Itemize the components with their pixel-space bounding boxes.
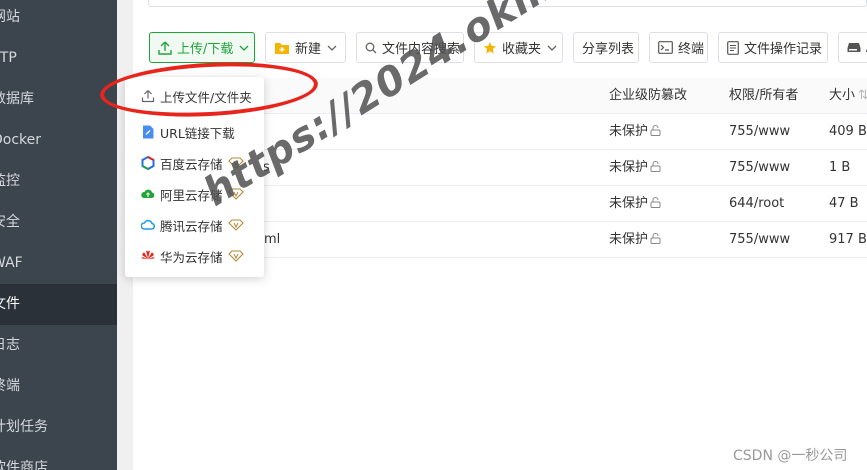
perm-owner[interactable]: 755/www <box>729 150 790 186</box>
disk-icon <box>847 43 861 52</box>
file-size: 47 B <box>829 196 859 211</box>
nav-docker[interactable]: Docker <box>0 120 117 161</box>
baidu-cloud-icon <box>141 156 155 170</box>
star-icon <box>484 41 496 53</box>
content-search-button[interactable]: 文件内容搜索 <box>356 32 464 63</box>
file-name[interactable]: s <box>263 150 270 186</box>
aliyun-item[interactable]: 阿里云存储 <box>125 179 264 209</box>
nav-website[interactable]: 网站 <box>0 0 117 38</box>
vip-diamond-icon <box>228 188 244 200</box>
upload-files-folder-item[interactable]: 上传文件/文件夹 <box>125 81 264 111</box>
favorites-button[interactable]: 收藏夹 <box>474 32 563 63</box>
nav-security[interactable]: 安全 <box>0 202 117 243</box>
disk-button[interactable]: / <box>838 32 867 63</box>
url-download-item[interactable]: URL链接下载 <box>125 117 264 147</box>
path-bar[interactable] <box>148 0 867 7</box>
nav-files[interactable]: 文件 <box>0 284 117 325</box>
huawei-cloud-icon <box>141 250 155 259</box>
terminal-icon <box>658 41 673 54</box>
file-op-log-button[interactable]: 文件操作记录 <box>718 32 828 63</box>
document-icon <box>727 40 739 55</box>
chevron-down-icon <box>327 45 337 51</box>
nav-monitor[interactable]: 监控 <box>0 161 117 202</box>
folder-add-icon <box>275 42 289 54</box>
chevron-down-icon <box>547 45 557 51</box>
unlock-icon <box>650 125 661 136</box>
perm-owner[interactable]: 755/www <box>729 222 790 258</box>
huawei-cloud-item[interactable]: 华为云存储 <box>125 241 264 271</box>
file-size: 409 B <box>829 124 867 139</box>
perm-owner[interactable]: 644/root <box>729 186 784 222</box>
protection-status[interactable]: 未保护 <box>609 114 661 150</box>
header-size[interactable]: 大小 <box>829 78 855 114</box>
sidebar: 网站 FTP 数据库 Docker 监控 安全 WAF 文件 日志 终端 计划任… <box>0 0 117 470</box>
protection-status[interactable]: 未保护 <box>609 222 661 258</box>
vip-diamond-icon <box>228 250 244 262</box>
chevron-down-icon <box>239 45 249 51</box>
tencent-cloud-icon <box>141 219 155 230</box>
vip-diamond-icon <box>228 157 244 169</box>
share-list-button[interactable]: 分享列表 <box>573 32 639 63</box>
link-file-icon <box>143 125 154 139</box>
new-button[interactable]: 新建 <box>265 32 346 63</box>
protection-status[interactable]: 未保护 <box>609 150 661 186</box>
upload-dropdown-menu: 上传文件/文件夹 URL链接下载 百度云存储 阿里云存储 腾讯云存储 华为云存储 <box>125 77 264 277</box>
header-perm-owner[interactable]: 权限/所有者 <box>729 78 798 114</box>
upload-icon <box>158 41 172 55</box>
nav-waf[interactable]: WAF <box>0 243 117 284</box>
upload-download-button[interactable]: 上传/下载 <box>149 32 255 63</box>
terminal-button[interactable]: 终端 <box>649 32 708 63</box>
file-name[interactable]: ml <box>264 222 280 258</box>
aliyun-icon <box>141 189 155 198</box>
unlock-icon <box>650 161 661 172</box>
nav-database[interactable]: 数据库 <box>0 79 117 120</box>
nav-store[interactable]: 软件商店 <box>0 448 117 470</box>
nav-terminal[interactable]: 终端 <box>0 366 117 407</box>
baidu-cloud-item[interactable]: 百度云存储 <box>125 148 264 178</box>
perm-owner[interactable]: 755/www <box>729 114 790 150</box>
file-size: 1 B <box>829 160 851 175</box>
csdn-credit: CSDN @一秒公司 <box>733 448 848 464</box>
nav-cron[interactable]: 计划任务 <box>0 407 117 448</box>
sort-icon[interactable]: ⇅ <box>858 78 867 114</box>
file-size: 917 B <box>829 232 867 247</box>
unlock-icon <box>650 197 661 208</box>
header-protection[interactable]: 企业级防篡改 <box>609 78 687 114</box>
tencent-cloud-item[interactable]: 腾讯云存储 <box>125 210 264 240</box>
nav-logs[interactable]: 日志 <box>0 325 117 366</box>
upload-icon <box>141 90 155 103</box>
nav-ftp[interactable]: FTP <box>0 38 117 79</box>
protection-status[interactable]: 未保护 <box>609 186 661 222</box>
vip-diamond-icon <box>228 219 244 231</box>
search-icon <box>365 42 377 53</box>
unlock-icon <box>650 233 661 244</box>
